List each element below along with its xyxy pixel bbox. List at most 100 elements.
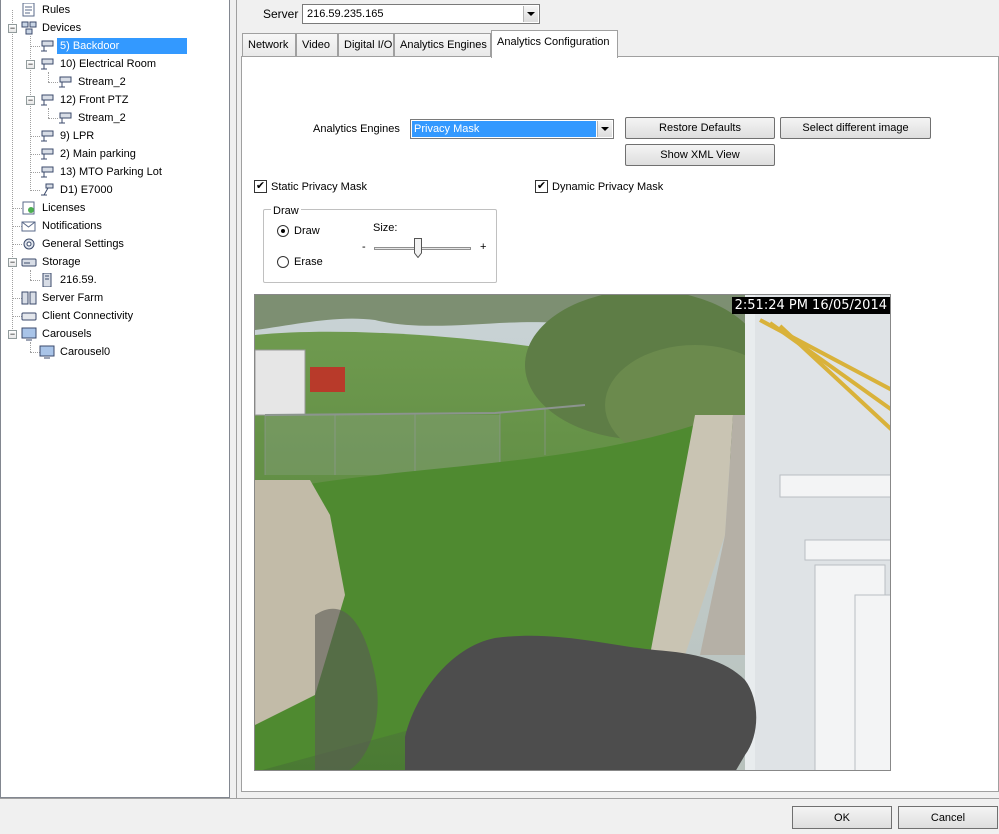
tree-item-lpr[interactable]: 9) LPR [39,127,97,145]
draw-radio-label: Draw [294,225,320,237]
tree-item-label: Stream_2 [78,112,126,124]
draw-group-label: Draw [271,205,301,217]
tab-analytics-configuration[interactable]: Analytics Configuration [491,30,618,58]
size-slider-thumb[interactable] [413,238,422,258]
cancel-button[interactable]: Cancel [898,806,998,829]
camera-icon [59,112,72,124]
size-plus-label: + [480,241,487,253]
tree-connector [48,108,49,118]
static-privacy-mask-checkbox[interactable]: ✔ [254,180,267,193]
camera-icon [41,130,54,142]
server-farm-icon [21,291,37,305]
encoder-icon [41,183,54,196]
tree-item-carousels[interactable]: Carousels [21,325,95,343]
tree-item-label: Carousels [42,328,92,340]
erase-radio-label: Erase [294,256,323,268]
tree-item-label: 5) Backdoor [57,38,187,54]
tree-item-licenses[interactable]: Licenses [21,199,88,217]
camera-icon [59,76,72,88]
gear-icon [23,238,35,250]
tree-item-general-settings[interactable]: General Settings [21,235,127,253]
dropdown-button[interactable] [523,6,538,22]
tree-item-label: Devices [42,22,82,34]
draw-radio[interactable] [277,225,289,237]
tree-connector [30,270,31,280]
draw-groupbox [263,209,497,283]
tree-item-devices[interactable]: Devices [21,19,84,37]
storage-icon [21,258,37,267]
tree-item-label: Storage [42,256,81,268]
monitor-icon [39,345,55,359]
tree-item-front-ptz[interactable]: 12) Front PTZ [39,91,131,109]
notification-icon [21,221,36,232]
camera-icon [41,166,54,178]
collapse-toggle[interactable]: − [8,24,17,33]
tree-item-stream[interactable]: Stream_2 [57,73,129,91]
panel-splitter[interactable] [230,0,237,798]
analytics-engine-dropdown[interactable]: Privacy Mask [410,119,614,139]
tree-item-label: 2) Main parking [60,148,136,160]
tree-item-label: Carousel0 [60,346,111,358]
show-xml-view-button[interactable]: Show XML View [625,144,775,166]
rules-icon [22,3,35,17]
restore-defaults-button[interactable]: Restore Defaults [625,117,775,139]
tab-digital-io[interactable]: Digital I/O [338,33,394,57]
tree-item-mto-parking-lot[interactable]: 13) MTO Parking Lot [39,163,165,181]
tab-network[interactable]: Network [242,33,296,57]
server-value: 216.59.235.165 [307,8,384,20]
tree-item-client-connectivity[interactable]: Client Connectivity [21,307,136,325]
analytics-engine-value: Privacy Mask [412,121,596,137]
tree-item-notifications[interactable]: Notifications [21,217,105,235]
ok-button[interactable]: OK [792,806,892,829]
tree-item-storage[interactable]: Storage [21,253,84,271]
collapse-toggle[interactable]: − [8,258,17,267]
select-different-image-button[interactable]: Select different image [780,117,931,139]
tree-item-rules[interactable]: Rules [21,1,73,19]
collapse-toggle[interactable]: − [26,96,35,105]
camera-preview[interactable]: 2:51:24 PM 16/05/2014 [254,294,891,771]
tree-connector [30,342,31,352]
tree-item-stream[interactable]: Stream_2 [57,109,129,127]
tree-item-backdoor[interactable]: 5) Backdoor [39,37,187,55]
chevron-down-icon [527,12,535,16]
tree-item-server-farm[interactable]: Server Farm [21,289,106,307]
server-label: Server [263,7,299,21]
tree-item-label: General Settings [42,238,124,250]
tree-item-label: Stream_2 [78,76,126,88]
camera-icon [41,58,54,70]
tab-analytics-engines[interactable]: Analytics Engines [394,33,491,57]
tree-item-electrical-room[interactable]: 10) Electrical Room [39,55,159,73]
navigation-tree[interactable]: Rules − Devices 5) Backdoor − 10) Electr… [0,0,230,798]
dropdown-button[interactable] [597,121,612,137]
devices-icon [21,21,37,35]
tree-connector [12,10,13,335]
size-label: Size: [373,222,398,234]
tab-video[interactable]: Video [296,33,338,57]
size-slider-track[interactable] [374,247,471,250]
camera-icon [41,148,54,160]
erase-radio[interactable] [277,256,289,268]
tree-item-carousel0[interactable]: Carousel0 [39,343,113,361]
camera-timestamp: 2:51:24 PM 16/05/2014 [731,297,890,314]
chevron-down-icon [601,127,609,131]
tree-item-e7000[interactable]: D1) E7000 [39,181,116,199]
client-icon [21,312,37,321]
tree-item-label: Rules [42,4,71,16]
collapse-toggle[interactable]: − [8,330,17,339]
tree-item-label: 13) MTO Parking Lot [60,166,162,178]
tree-item-label: 216.59. [60,274,97,286]
tree-item-label: Server Farm [42,292,104,304]
server-icon [42,273,52,287]
camera-image [255,295,890,770]
carousel-icon [21,327,37,341]
tree-item-main-parking[interactable]: 2) Main parking [39,145,139,163]
tree-item-storage-server[interactable]: 216.59. [39,271,100,289]
dynamic-privacy-mask-checkbox[interactable]: ✔ [535,180,548,193]
tree-item-label: Notifications [42,220,102,232]
license-icon [22,201,35,215]
collapse-toggle[interactable]: − [26,60,35,69]
dynamic-privacy-mask-label: Dynamic Privacy Mask [552,181,664,193]
tree-item-label: Client Connectivity [42,310,134,322]
server-dropdown[interactable]: 216.59.235.165 [302,4,540,24]
tree-item-label: 9) LPR [60,130,95,142]
